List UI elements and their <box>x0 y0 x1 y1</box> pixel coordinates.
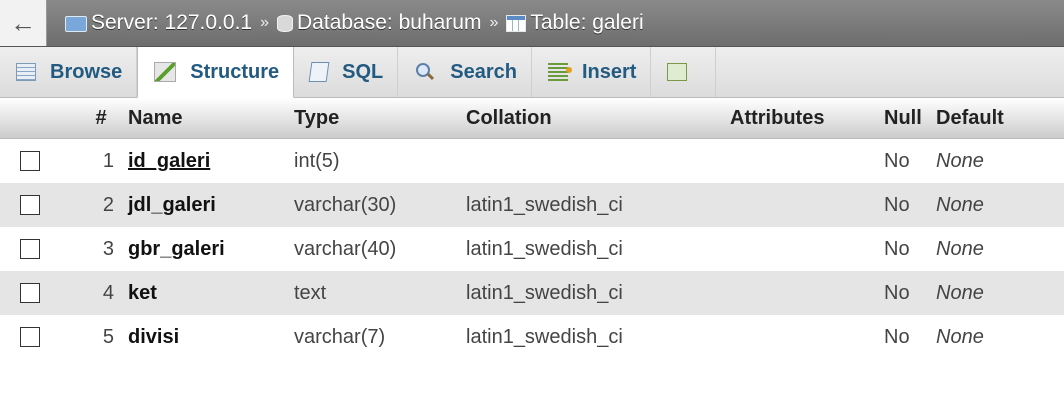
column-name-cell: id_galeri <box>122 138 294 183</box>
structure-icon <box>154 62 177 82</box>
column-default: None <box>936 315 1064 359</box>
tab-sql-label: SQL <box>342 60 384 83</box>
breadcrumb-separator: » <box>489 14 499 31</box>
breadcrumb-database[interactable]: Database: buharum <box>277 11 481 35</box>
header-checkbox-column <box>0 98 80 139</box>
column-type: varchar(7) <box>294 315 466 359</box>
structure-table: # Name Type Collation Attributes Null De… <box>0 98 1064 359</box>
column-name-cell: gbr_galeri <box>122 227 294 271</box>
column-attributes <box>730 271 884 315</box>
database-icon <box>277 14 294 32</box>
tab-insert-label: Insert <box>582 60 637 83</box>
tab-structure-label: Structure <box>190 60 280 83</box>
row-checkbox[interactable] <box>20 283 40 304</box>
column-name: divisi <box>128 325 180 348</box>
column-attributes <box>730 138 884 183</box>
column-name: id_galeri <box>128 149 211 172</box>
header-attributes[interactable]: Attributes <box>730 98 884 139</box>
row-checkbox[interactable] <box>20 195 40 216</box>
breadcrumb-server-label: Server: 127.0.0.1 <box>91 11 253 34</box>
browse-icon <box>16 63 36 81</box>
row-number: 5 <box>80 315 122 359</box>
row-checkbox[interactable] <box>20 239 40 260</box>
table-icon <box>506 14 527 32</box>
row-checkbox-cell <box>0 138 80 183</box>
column-null: No <box>884 227 936 271</box>
header-default[interactable]: Default <box>936 98 1064 139</box>
tab-bar: Browse Structure SQL Search Insert <box>0 47 1064 98</box>
column-null: No <box>884 138 936 183</box>
column-collation: latin1_swedish_ci <box>466 227 730 271</box>
sql-icon <box>308 62 330 82</box>
column-type: int(5) <box>294 138 466 183</box>
column-default: None <box>936 183 1064 227</box>
tab-sql[interactable]: SQL <box>294 47 399 97</box>
breadcrumb-separator: » <box>260 14 270 31</box>
row-number: 2 <box>80 183 122 227</box>
breadcrumb-table-label: Table: galeri <box>530 11 644 34</box>
column-attributes <box>730 227 884 271</box>
breadcrumb-database-label: Database: buharum <box>297 11 482 34</box>
column-null: No <box>884 183 936 227</box>
column-default: None <box>936 138 1064 183</box>
tab-search[interactable]: Search <box>398 47 532 97</box>
column-null: No <box>884 315 936 359</box>
row-checkbox-cell <box>0 271 80 315</box>
column-name: jdl_galeri <box>128 193 216 216</box>
header-number: # <box>80 98 122 139</box>
breadcrumb-server[interactable]: Server: 127.0.0.1 <box>65 11 252 35</box>
search-icon <box>414 62 436 82</box>
table-row: 1 id_galeri int(5) No None <box>0 138 1064 183</box>
header-name[interactable]: Name <box>122 98 294 139</box>
table-row: 2 jdl_galeri varchar(30) latin1_swedish_… <box>0 183 1064 227</box>
header-null[interactable]: Null <box>884 98 936 139</box>
table-row: 3 gbr_galeri varchar(40) latin1_swedish_… <box>0 227 1064 271</box>
column-attributes <box>730 315 884 359</box>
column-collation <box>466 138 730 183</box>
insert-icon <box>548 63 572 81</box>
export-icon <box>667 63 688 81</box>
row-checkbox[interactable] <box>20 327 40 348</box>
column-name-cell: divisi <box>122 315 294 359</box>
breadcrumb-bar: ← Server: 127.0.0.1 » Database: buharum … <box>0 0 1064 47</box>
row-number: 4 <box>80 271 122 315</box>
table-row: 4 ket text latin1_swedish_ci No None <box>0 271 1064 315</box>
column-type: text <box>294 271 466 315</box>
column-attributes <box>730 183 884 227</box>
row-number: 3 <box>80 227 122 271</box>
header-collation[interactable]: Collation <box>466 98 730 139</box>
row-number: 1 <box>80 138 122 183</box>
column-name-cell: jdl_galeri <box>122 183 294 227</box>
row-checkbox-cell <box>0 315 80 359</box>
tab-structure[interactable]: Structure <box>137 47 295 98</box>
column-name: ket <box>128 281 157 304</box>
row-checkbox-cell <box>0 227 80 271</box>
column-null: No <box>884 271 936 315</box>
column-name: gbr_galeri <box>128 237 225 260</box>
table-row: 5 divisi varchar(7) latin1_swedish_ci No… <box>0 315 1064 359</box>
tab-search-label: Search <box>450 60 517 83</box>
column-name-cell: ket <box>122 271 294 315</box>
column-collation: latin1_swedish_ci <box>466 183 730 227</box>
tab-insert[interactable]: Insert <box>532 47 652 97</box>
breadcrumb-table[interactable]: Table: galeri <box>506 11 644 35</box>
column-collation: latin1_swedish_ci <box>466 315 730 359</box>
column-default: None <box>936 227 1064 271</box>
column-default: None <box>936 271 1064 315</box>
table-header-row: # Name Type Collation Attributes Null De… <box>0 98 1064 139</box>
tab-browse-label: Browse <box>50 60 123 83</box>
tab-browse[interactable]: Browse <box>0 47 138 97</box>
column-collation: latin1_swedish_ci <box>466 271 730 315</box>
column-type: varchar(30) <box>294 183 466 227</box>
row-checkbox[interactable] <box>20 151 40 172</box>
server-icon <box>65 16 87 32</box>
header-type[interactable]: Type <box>294 98 466 139</box>
row-checkbox-cell <box>0 183 80 227</box>
back-arrow-icon[interactable]: ← <box>0 0 47 46</box>
column-type: varchar(40) <box>294 227 466 271</box>
tab-export[interactable] <box>651 47 717 97</box>
